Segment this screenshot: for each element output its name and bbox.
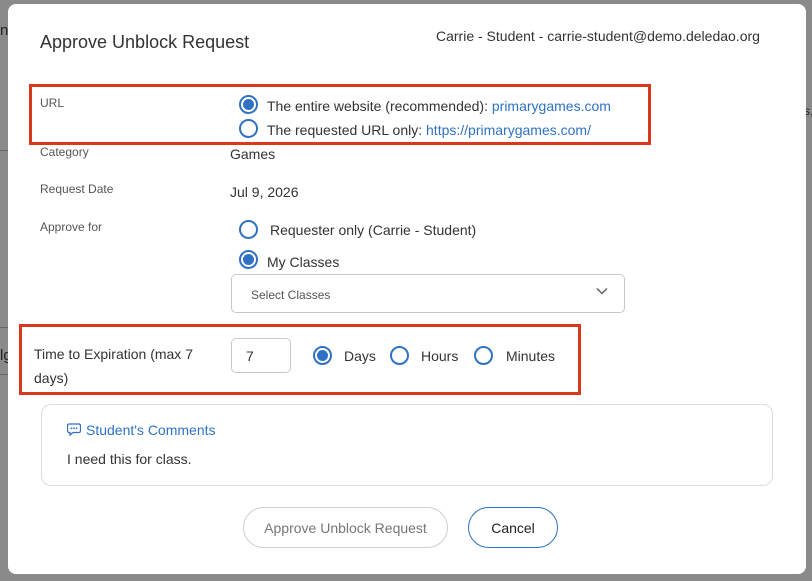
requested-url-link[interactable]: https://primarygames.com/ bbox=[426, 122, 591, 138]
hours-radio[interactable] bbox=[390, 346, 409, 365]
expiration-label: Time to Expiration (max 7 days) bbox=[34, 346, 193, 386]
my-classes-option[interactable]: My Classes bbox=[267, 254, 339, 270]
category-value: Games bbox=[230, 146, 276, 162]
background-divider bbox=[0, 374, 8, 375]
requester-only-radio[interactable] bbox=[239, 220, 258, 239]
chevron-down-icon bbox=[596, 287, 608, 295]
approve-unblock-button[interactable]: Approve Unblock Request bbox=[243, 507, 448, 548]
request-date-label: Request Date bbox=[40, 182, 114, 196]
url-label: URL bbox=[40, 96, 65, 110]
entire-website-link[interactable]: primarygames.com bbox=[492, 98, 611, 114]
requester-info: Carrie - Student - carrie-student@demo.d… bbox=[436, 28, 760, 44]
approve-for-label: Approve for bbox=[40, 220, 103, 234]
cancel-button[interactable]: Cancel bbox=[468, 507, 558, 548]
dialog-title: Approve Unblock Request bbox=[40, 32, 250, 52]
background-divider bbox=[0, 327, 8, 328]
speech-bubble-icon bbox=[66, 423, 82, 437]
minutes-option[interactable]: Minutes bbox=[506, 348, 555, 364]
comments-heading: Student's Comments bbox=[66, 422, 216, 438]
option-text: The entire website (recommended): bbox=[267, 98, 492, 114]
url-requested-only-radio[interactable] bbox=[239, 119, 258, 138]
url-entire-website-radio[interactable] bbox=[239, 95, 258, 114]
my-classes-radio[interactable] bbox=[239, 250, 258, 269]
select-classes-dropdown[interactable]: Select Classes bbox=[231, 274, 625, 313]
minutes-radio[interactable] bbox=[474, 346, 493, 365]
select-classes-placeholder: Select Classes bbox=[251, 288, 331, 302]
days-radio[interactable] bbox=[313, 346, 332, 365]
requester-only-option[interactable]: Requester only (Carrie - Student) bbox=[270, 222, 476, 238]
comment-text: I need this for class. bbox=[67, 451, 192, 467]
category-label: Category bbox=[40, 145, 89, 159]
comments-heading-text: Student's Comments bbox=[86, 422, 216, 438]
url-requested-only-option[interactable]: The requested URL only: https://primaryg… bbox=[267, 122, 591, 138]
request-date-value: Jul 9, 2026 bbox=[230, 184, 299, 200]
student-comments-box: Student's Comments I need this for class… bbox=[41, 404, 773, 486]
days-option[interactable]: Days bbox=[344, 348, 376, 364]
approve-unblock-dialog: Approve Unblock Request Carrie - Student… bbox=[8, 4, 806, 574]
hours-option[interactable]: Hours bbox=[421, 348, 458, 364]
expiration-value-input[interactable] bbox=[231, 338, 291, 373]
option-text: The requested URL only: bbox=[267, 122, 427, 138]
background-divider bbox=[0, 150, 8, 151]
url-entire-website-option[interactable]: The entire website (recommended): primar… bbox=[267, 98, 611, 114]
